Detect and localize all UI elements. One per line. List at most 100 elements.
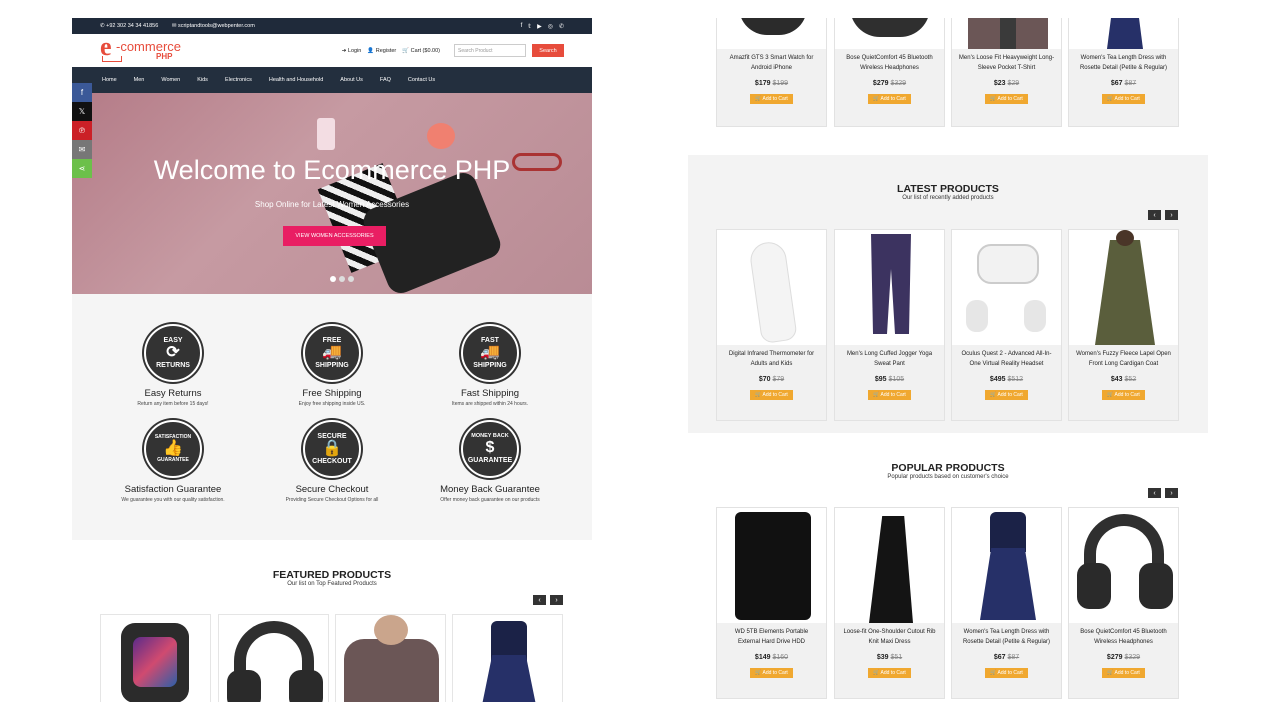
featured-card-headphones[interactable] <box>218 614 329 702</box>
homepage-products-screenshot: Amazfit GTS 3 Smart Watch for Android iP… <box>688 18 1208 702</box>
add-to-cart-button[interactable]: 🛒 Add to Cart <box>750 390 793 400</box>
register-link[interactable]: 👤 Register <box>367 48 396 54</box>
product-card[interactable]: Women's Fuzzy Fleece Lapel Open Front Lo… <box>1068 229 1179 421</box>
next-arrow-icon[interactable]: › <box>1165 210 1178 220</box>
site-header: e -commerce PHP ➔ Login 👤 Register 🛒 Car… <box>72 32 592 67</box>
featured-products-section: FEATURED PRODUCTS Our list on Top Featur… <box>72 540 592 702</box>
add-to-cart-button[interactable]: 🛒 Add to Cart <box>750 94 793 104</box>
product-card[interactable]: Loose-fit One-Shoulder Cutout Rib Knit M… <box>834 507 945 699</box>
twitter-icon[interactable]: 𝕥 <box>528 23 531 30</box>
logo-cart-icon <box>102 55 122 62</box>
product-card[interactable]: Women's Tea Length Dress with Rosette De… <box>951 507 1062 699</box>
top-bar: ✆ +92 302 34 34 41856 ✉ scriptandtools@w… <box>72 18 592 34</box>
add-to-cart-button[interactable]: 🛒 Add to Cart <box>868 94 911 104</box>
easy-returns-icon: EASY ⟳ RETURNS <box>144 324 202 382</box>
hero-title: Welcome to Ecommerce PHP <box>153 155 511 185</box>
login-link[interactable]: ➔ Login <box>342 48 362 54</box>
service-fast-shipping: FAST 🚚 SHIPPING Fast Shipping Items are shi… <box>410 324 570 407</box>
service-easy-returns: EASY ⟳ RETURNS Easy Returns Return any item… <box>93 324 253 407</box>
prev-arrow-icon[interactable]: ‹ <box>1148 488 1161 498</box>
hero-slider: Welcome to Ecommerce PHP Shop Online for… <box>72 93 592 294</box>
add-to-cart-button[interactable]: 🛒 Add to Cart <box>1102 94 1145 104</box>
featured-card-watch[interactable] <box>100 614 211 702</box>
add-to-cart-button[interactable]: 🛒 Add to Cart <box>1102 390 1145 400</box>
email-share-icon[interactable]: ✉ <box>72 140 92 159</box>
product-card[interactable]: Amazfit GTS 3 Smart Watch for Android iP… <box>716 18 827 127</box>
hero-button[interactable]: VIEW WOMEN ACCESSORIES <box>283 226 386 246</box>
prev-arrow-icon[interactable]: ‹ <box>533 595 546 605</box>
slider-dot[interactable] <box>339 276 345 282</box>
add-to-cart-button[interactable]: 🛒 Add to Cart <box>750 668 793 678</box>
nav-electronics[interactable]: Electronics <box>225 77 252 83</box>
add-to-cart-button[interactable]: 🛒 Add to Cart <box>985 94 1028 104</box>
perfume-bottle-image <box>317 118 335 150</box>
featured-title: FEATURED PRODUCTS <box>272 569 392 581</box>
x-share-icon[interactable]: 𝕏 <box>72 102 92 121</box>
pinterest-share-icon[interactable]: ℗ <box>72 121 92 140</box>
top-products-row: Amazfit GTS 3 Smart Watch for Android iP… <box>688 18 1208 130</box>
share-icon[interactable]: ⋖ <box>72 159 92 178</box>
popular-title: POPULAR PRODUCTS <box>891 462 1005 474</box>
product-card[interactable]: Bose QuietComfort 45 Bluetooth Wireless … <box>1068 507 1179 699</box>
search-input[interactable]: Search Product <box>454 44 526 57</box>
popular-subtitle: Popular products based on customer's cho… <box>887 474 1009 480</box>
featured-subtitle: Our list on Top Featured Products <box>287 581 377 587</box>
nav-faq[interactable]: FAQ <box>380 77 391 83</box>
service-money-back: MONEY BACK $ GUARANTEE Money Back Guarante… <box>410 420 570 503</box>
product-card[interactable]: Women's Tea Length Dress with Rosette De… <box>1068 18 1179 127</box>
thumbs-up-icon: SATISFACTION 👍 GUARANTEE <box>144 420 202 478</box>
hero-subtitle: Shop Online for Latest Women Accessories <box>254 200 410 209</box>
site-logo[interactable]: e -commerce PHP <box>100 32 210 66</box>
add-to-cart-button[interactable]: 🛒 Add to Cart <box>1102 668 1145 678</box>
services-section: EASY ⟳ RETURNS Easy Returns Return any item… <box>72 294 592 540</box>
email-info[interactable]: ✉ scriptandtools@webpenter.com <box>172 23 261 29</box>
latest-products-section: LATEST PRODUCTS Our list of recently add… <box>688 155 1208 433</box>
featured-card-tshirt[interactable] <box>335 614 446 702</box>
main-nav: Home Men Women Kids Electronics Health a… <box>72 67 592 93</box>
nav-contact[interactable]: Contact Us <box>408 77 435 83</box>
facebook-share-icon[interactable]: f <box>72 83 92 102</box>
prev-arrow-icon[interactable]: ‹ <box>1148 210 1161 220</box>
slider-dot[interactable] <box>330 276 336 282</box>
add-to-cart-button[interactable]: 🛒 Add to Cart <box>985 668 1028 678</box>
nav-women[interactable]: Women <box>161 77 180 83</box>
free-shipping-icon: FREE 🚚 SHIPPING <box>303 324 361 382</box>
add-to-cart-button[interactable]: 🛒 Add to Cart <box>868 390 911 400</box>
homepage-top-screenshot: ✆ +92 302 34 34 41856 ✉ scriptandtools@w… <box>72 18 592 702</box>
phone-info: ✆ +92 302 34 34 41856 <box>100 23 159 29</box>
product-card[interactable]: Men's Loose Fit Heavyweight Long-Sleeve … <box>951 18 1062 127</box>
product-card[interactable]: Digital Infrared Thermometer for Adults … <box>716 229 827 421</box>
add-to-cart-button[interactable]: 🛒 Add to Cart <box>985 390 1028 400</box>
product-card[interactable]: WD 5TB Elements Portable External Hard D… <box>716 507 827 699</box>
youtube-icon[interactable]: ▶ <box>537 23 542 30</box>
slider-dots <box>330 276 354 282</box>
latest-subtitle: Our list of recently added products <box>902 195 994 201</box>
whatsapp-icon[interactable]: ✆ <box>559 23 564 30</box>
nav-home[interactable]: Home <box>102 77 117 83</box>
cart-link[interactable]: 🛒 Cart ($0.00) <box>402 48 440 54</box>
facebook-icon[interactable]: f <box>521 23 523 30</box>
product-card[interactable]: Bose QuietComfort 45 Bluetooth Wireless … <box>834 18 945 127</box>
nav-kids[interactable]: Kids <box>197 77 208 83</box>
slider-dot[interactable] <box>348 276 354 282</box>
service-satisfaction: SATISFACTION 👍 GUARANTEE Satisfaction Guar… <box>93 420 253 503</box>
featured-card-dress[interactable] <box>452 614 563 702</box>
nav-about[interactable]: About Us <box>340 77 363 83</box>
dollar-icon: MONEY BACK $ GUARANTEE <box>461 420 519 478</box>
product-card[interactable]: Oculus Quest 2 - Advanced All-In-One Vir… <box>951 229 1062 421</box>
rose-image <box>427 123 455 149</box>
instagram-icon[interactable]: ◎ <box>548 23 553 30</box>
add-to-cart-button[interactable]: 🛒 Add to Cart <box>868 668 911 678</box>
fast-shipping-icon: FAST 🚚 SHIPPING <box>461 324 519 382</box>
search-button[interactable]: Search <box>532 44 564 57</box>
nav-health[interactable]: Health and Household <box>269 77 323 83</box>
latest-title: LATEST PRODUCTS <box>897 183 999 195</box>
next-arrow-icon[interactable]: › <box>1165 488 1178 498</box>
service-secure-checkout: SECURE 🔒 CHECKOUT Secure Checkout Providing… <box>252 420 412 503</box>
popular-products-section: POPULAR PRODUCTS Popular products based … <box>688 433 1208 702</box>
share-bar: f 𝕏 ℗ ✉ ⋖ <box>72 83 92 178</box>
lock-icon: SECURE 🔒 CHECKOUT <box>303 420 361 478</box>
product-card[interactable]: Men's Long Cuffed Jogger Yoga Sweat Pant… <box>834 229 945 421</box>
next-arrow-icon[interactable]: › <box>550 595 563 605</box>
nav-men[interactable]: Men <box>134 77 145 83</box>
